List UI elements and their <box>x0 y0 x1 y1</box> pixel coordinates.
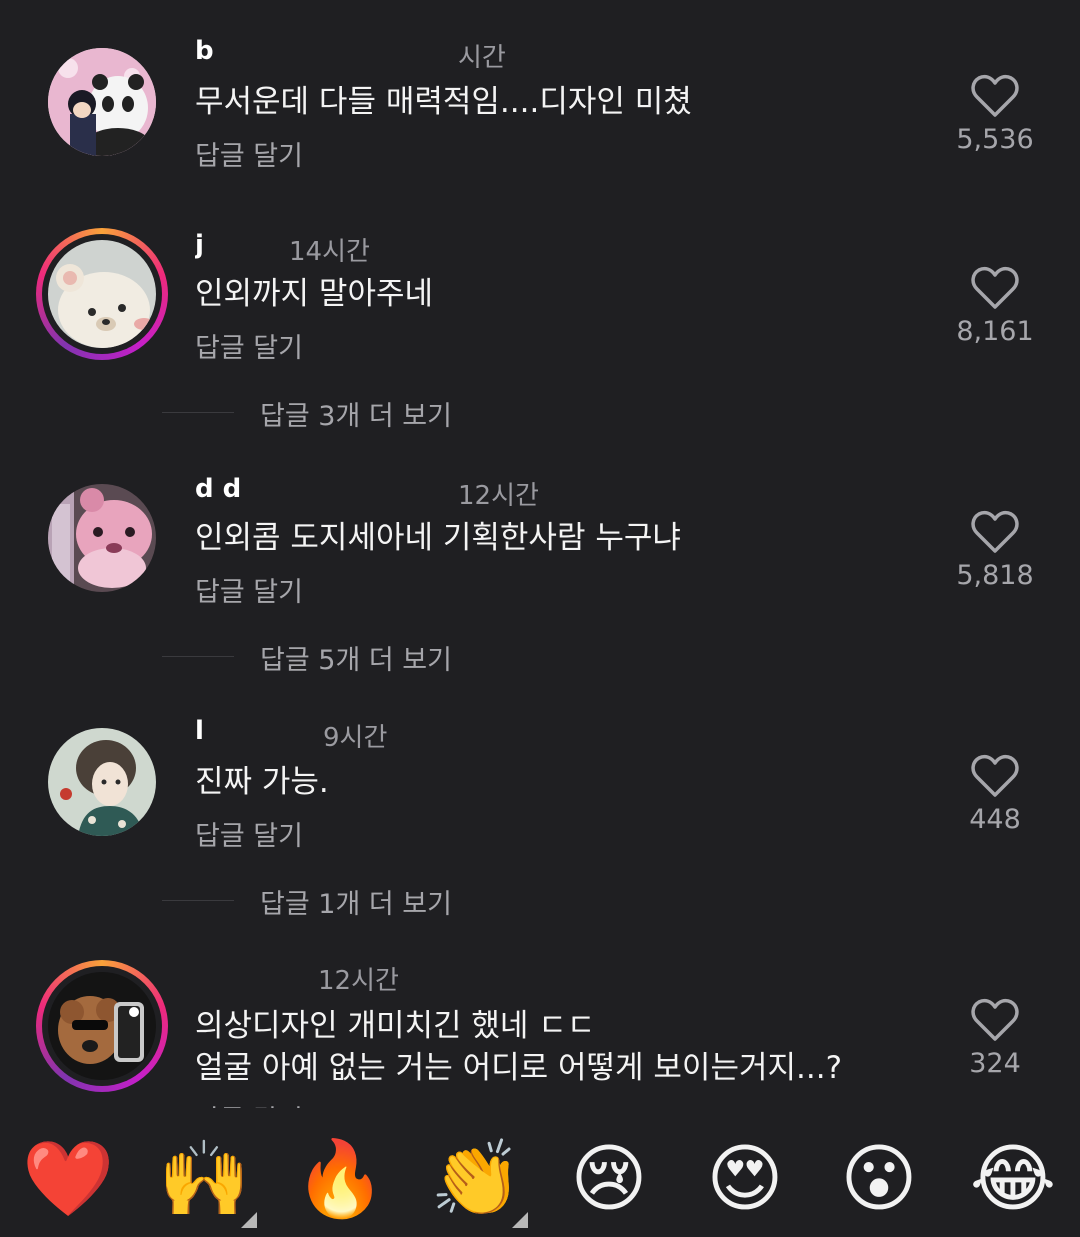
comment-time: 9시간 <box>323 723 388 753</box>
view-more-replies[interactable]: 답글 3개 더 보기 <box>162 394 662 434</box>
heart-icon <box>971 510 1019 553</box>
view-more-label[interactable]: 답글 5개 더 보기 <box>260 638 452 677</box>
like-button[interactable]: 324 <box>950 998 1040 1079</box>
comment-text: 얼굴 아예 없는 거는 어디로 어떻게 보이는거지...? <box>195 1050 843 1086</box>
view-more-label[interactable]: 답글 1개 더 보기 <box>260 882 452 921</box>
like-count: 5,536 <box>956 124 1034 155</box>
like-count: 5,818 <box>956 560 1034 591</box>
clapping-hands-emoji-button[interactable]: 👏 <box>430 1134 522 1224</box>
comment-time: 12시간 <box>318 966 399 996</box>
like-count: 448 <box>969 804 1021 835</box>
skin-tone-indicator-icon <box>512 1212 528 1228</box>
comment-list: b 시간 무서운데 다들 매력적임....디자인 미쳤 답글 달기 5,536 <box>0 0 1080 1108</box>
reply-button[interactable]: 답글 달기 <box>195 814 303 853</box>
like-count: 8,161 <box>956 316 1034 347</box>
comment-text: 무서운데 다들 매력적임....디자인 미쳤 <box>195 84 692 120</box>
tears-of-joy-emoji-button[interactable]: 😂 <box>968 1134 1058 1224</box>
reply-button[interactable]: 답글 달기 <box>195 570 303 609</box>
avatar[interactable] <box>48 728 156 836</box>
comment-text: 인외까지 말아주네 <box>195 276 434 312</box>
heart-eyes-emoji-button[interactable]: 😍 <box>700 1134 790 1224</box>
fire-emoji-button[interactable]: 🔥 <box>294 1134 386 1224</box>
comment-username[interactable]: l <box>195 716 315 746</box>
avatar[interactable] <box>48 484 156 592</box>
heart-emoji-button[interactable]: ❤️ <box>22 1134 114 1224</box>
divider-line <box>162 412 234 413</box>
crying-face-emoji-button[interactable]: 😢 <box>564 1134 654 1224</box>
comment-time: 14시간 <box>289 237 370 267</box>
divider-line <box>162 900 234 901</box>
avatar <box>48 240 156 348</box>
heart-icon <box>971 266 1019 309</box>
like-button[interactable]: 8,161 <box>950 266 1040 347</box>
comment-text: 인외콤 도지세아네 기획한사람 누구냐 <box>195 520 681 556</box>
like-button[interactable]: 448 <box>950 754 1040 835</box>
avatar <box>48 972 156 1080</box>
heart-icon <box>971 754 1019 797</box>
skin-tone-indicator-icon <box>241 1212 257 1228</box>
comment-time: 시간 <box>458 43 506 73</box>
comment-text: 의상디자인 개미치긴 했네 ㄷㄷ <box>195 1008 596 1044</box>
like-count: 324 <box>969 1048 1021 1079</box>
heart-icon <box>971 74 1019 117</box>
comment-time: 12시간 <box>458 481 539 511</box>
reply-button[interactable]: 답글 달기 <box>195 134 303 173</box>
raised-hands-emoji-button[interactable]: 🙌 <box>158 1134 250 1224</box>
avatar[interactable] <box>48 48 156 156</box>
view-more-replies[interactable]: 답글 1개 더 보기 <box>162 882 662 922</box>
heart-icon <box>971 998 1019 1041</box>
like-button[interactable]: 5,536 <box>950 74 1040 155</box>
avatar-story-ring[interactable] <box>36 228 168 360</box>
view-more-label[interactable]: 답글 3개 더 보기 <box>260 394 452 433</box>
emoji-reaction-bar: ❤️ 🙌 🔥 👏 😢 😍 😮 😂 <box>0 1108 1080 1237</box>
comment-username[interactable]: d d <box>195 474 450 504</box>
like-button[interactable]: 5,818 <box>950 510 1040 591</box>
surprised-face-emoji-button[interactable]: 😮 <box>834 1134 924 1224</box>
comment-username[interactable]: j <box>195 230 281 260</box>
divider-line <box>162 656 234 657</box>
reply-button[interactable]: 답글 달기 <box>195 326 303 365</box>
avatar-story-ring[interactable] <box>36 960 168 1092</box>
reply-button[interactable]: 답글 달기 <box>195 1098 303 1108</box>
comment-username[interactable]: b <box>195 36 450 66</box>
comment-text: 진짜 가능. <box>195 764 329 800</box>
view-more-replies[interactable]: 답글 5개 더 보기 <box>162 638 662 678</box>
